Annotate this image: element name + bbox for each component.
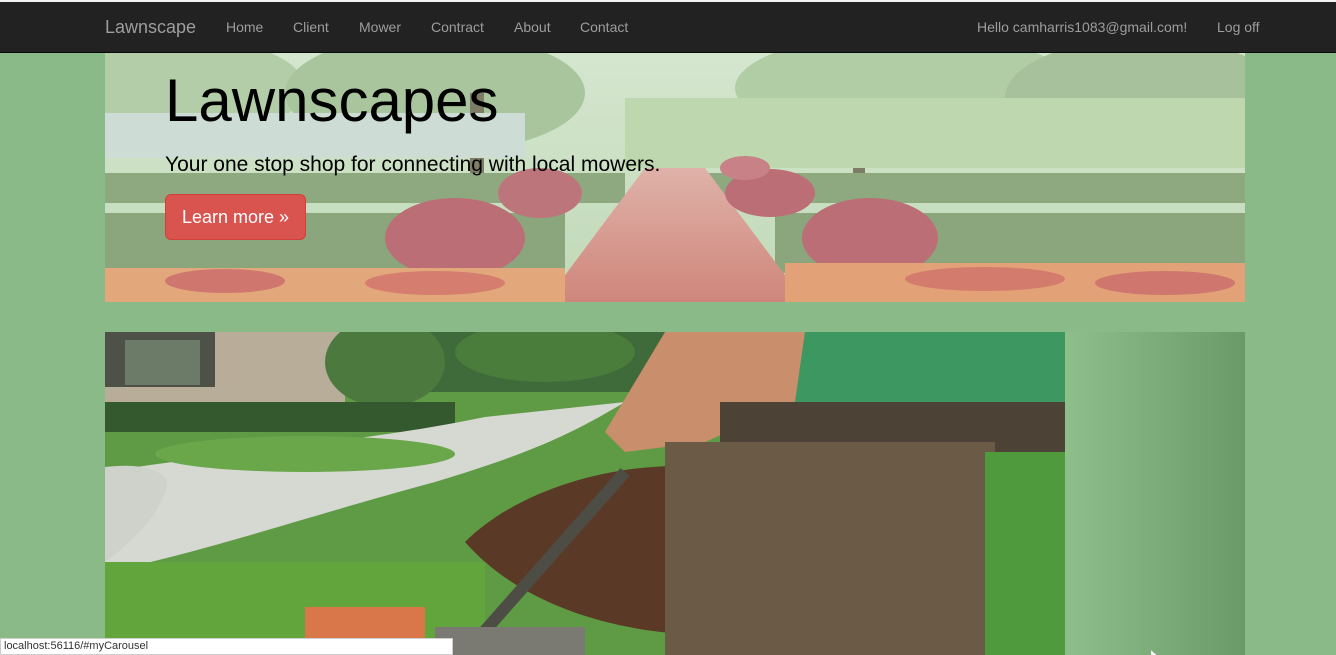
nav-about[interactable]: About [514,19,551,35]
learn-more-button[interactable]: Learn more » [165,194,306,240]
chevron-right-icon[interactable]: › [1147,637,1165,655]
carousel-next-control[interactable] [1065,332,1245,655]
brand-link[interactable]: Lawnscape [105,17,196,38]
nav-mower[interactable]: Mower [359,19,401,35]
nav-contract[interactable]: Contract [431,19,484,35]
nav-client[interactable]: Client [293,19,329,35]
nav-contact[interactable]: Contact [580,19,628,35]
nav-home[interactable]: Home [226,19,263,35]
browser-status-bar: localhost:56116/#myCarousel [0,638,453,655]
tagline: Your one stop shop for connecting with l… [165,153,661,176]
user-greeting-link[interactable]: Hello camharris1083@gmail.com! [977,19,1187,35]
carousel-slide-image [105,332,1065,655]
navbar: Lawnscape Home Client Mower Contract Abo… [0,2,1336,53]
page-title: Lawnscapes [165,67,499,134]
logoff-link[interactable]: Log off [1217,19,1260,35]
jumbotron: Lawnscapes Your one stop shop for connec… [105,53,1245,302]
carousel: › [105,332,1245,655]
